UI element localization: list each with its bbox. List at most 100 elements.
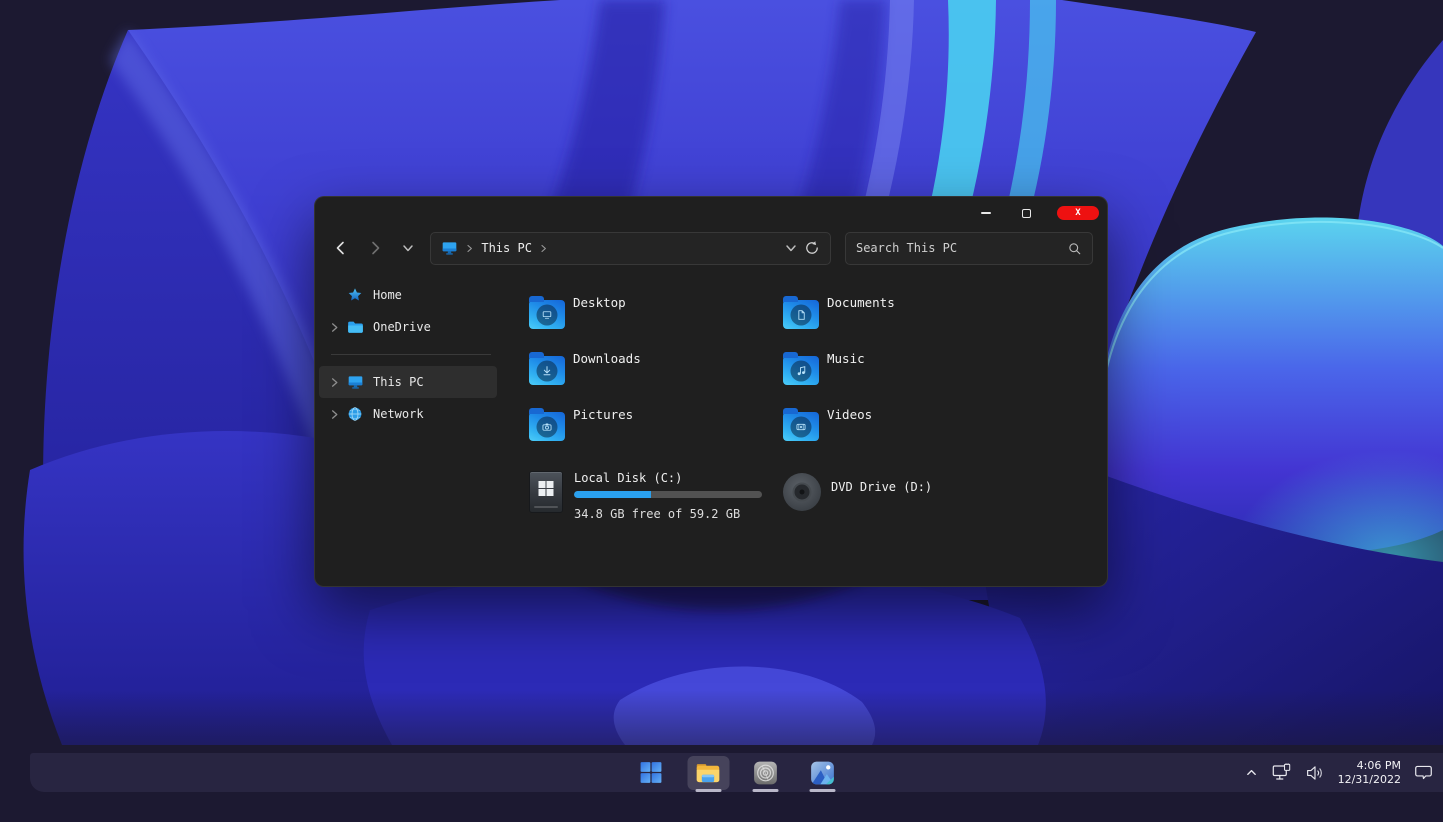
disk-free-text: 34.8 GB free of 59.2 GB (574, 507, 741, 521)
folder-item-pictures[interactable]: Pictures (529, 405, 783, 443)
start-icon (640, 762, 662, 783)
monitor-icon (443, 241, 457, 255)
downloads-folder-icon (529, 352, 565, 385)
hard-drive-icon (529, 471, 563, 513)
forward-arrow-icon (371, 241, 379, 255)
recent-locations-button[interactable] (397, 236, 421, 260)
monitor-icon (345, 375, 365, 390)
drive-item-local-disk[interactable]: Local Disk (C:) 34.8 GB free of 59.2 GB (529, 471, 783, 521)
address-dropdown-icon[interactable] (785, 242, 797, 254)
folder-item-desktop[interactable]: Desktop (529, 293, 783, 331)
volume-icon[interactable] (1305, 764, 1325, 782)
chevron-up-icon[interactable] (1245, 766, 1258, 779)
forward-button[interactable] (363, 236, 387, 260)
star-icon (345, 287, 365, 303)
back-button[interactable] (329, 236, 353, 260)
documents-folder-icon (783, 296, 819, 329)
sidebar-item-network[interactable]: Network (319, 398, 497, 430)
drives-row: Local Disk (C:) 34.8 GB free of 59.2 GB … (529, 471, 1107, 521)
running-indicator (752, 788, 778, 792)
folder-label: Pictures (573, 407, 634, 422)
desktop-folder-icon (529, 296, 565, 329)
desktop-emblem-icon (536, 304, 558, 325)
minimize-button[interactable] (969, 202, 1003, 224)
breadcrumb-location[interactable]: This PC (481, 241, 532, 255)
downloads-emblem-icon (536, 360, 558, 381)
file-explorer-icon (696, 764, 720, 783)
videos-emblem-icon (790, 416, 812, 437)
folder-label: Desktop (573, 295, 626, 310)
folder-item-documents[interactable]: Documents (783, 293, 1037, 331)
folders-grid: Desktop Documents Downloads Music Pictur… (529, 293, 1107, 443)
titlebar: X (315, 197, 1107, 229)
expand-chevron-icon[interactable] (323, 409, 345, 420)
sidebar-item-home[interactable]: Home (319, 279, 497, 311)
folder-item-downloads[interactable]: Downloads (529, 349, 783, 387)
settings-icon (753, 761, 777, 784)
disk-usage-fill (574, 491, 652, 498)
running-indicator (695, 788, 721, 792)
address-bar[interactable]: This PC (430, 231, 831, 265)
photos-icon (810, 761, 834, 784)
folder-label: Documents (827, 295, 895, 310)
drive-item-dvd[interactable]: DVD Drive (D:) (783, 471, 1037, 521)
clock-time: 4:06 PM (1356, 758, 1401, 772)
window-body: Home OneDrive This PC Network Desktop Do… (315, 267, 1107, 586)
sidebar-item-label: OneDrive (373, 320, 431, 334)
network-icon[interactable] (1271, 763, 1292, 782)
expand-chevron-icon[interactable] (323, 322, 345, 333)
folder-label: Downloads (573, 351, 641, 366)
folder-item-music[interactable]: Music (783, 349, 1037, 387)
navigation-pane: Home OneDrive This PC Network (315, 267, 501, 586)
taskbar-file-explorer-button[interactable] (687, 755, 729, 792)
taskbar-center-icons (630, 753, 843, 792)
breadcrumb-chevron-icon (541, 244, 546, 252)
system-tray: 4:06 PM 12/31/2022 (1245, 753, 1433, 792)
navigation-toolbar: This PC (315, 229, 1107, 267)
folder-icon (345, 320, 365, 334)
refresh-icon[interactable] (804, 240, 820, 256)
clock-date: 12/31/2022 (1337, 772, 1401, 786)
music-emblem-icon (790, 360, 812, 381)
magnifier-icon (1069, 242, 1081, 254)
taskbar-settings-button[interactable] (744, 756, 786, 792)
search-input[interactable] (855, 241, 1067, 255)
disk-usage-bar (574, 491, 762, 498)
expand-chevron-icon[interactable] (323, 377, 345, 388)
pictures-emblem-icon (536, 416, 558, 437)
sidebar-item-label: This PC (373, 375, 424, 389)
content-pane: Desktop Documents Downloads Music Pictur… (501, 267, 1107, 586)
search-box[interactable] (844, 231, 1093, 265)
globe-icon (345, 406, 365, 422)
sidebar-item-onedrive[interactable]: OneDrive (319, 311, 497, 343)
windows-logo-icon (538, 481, 554, 496)
close-button[interactable]: X (1057, 206, 1099, 220)
file-explorer-window: X This PC Search This PC Home OneDrive T… (314, 196, 1108, 587)
folder-label: Videos (827, 407, 873, 422)
notification-icon[interactable] (1414, 763, 1433, 782)
sidebar-item-this-pc[interactable]: This PC (319, 366, 497, 398)
documents-emblem-icon (790, 304, 812, 325)
pictures-folder-icon (529, 408, 565, 441)
back-arrow-icon (336, 241, 344, 255)
close-icon: X (1075, 207, 1081, 218)
running-indicator (809, 788, 835, 792)
sidebar-separator (331, 354, 491, 355)
drive-label: DVD Drive (D:) (831, 480, 933, 494)
maximize-icon (1021, 208, 1031, 218)
desktop: X This PC Search This PC Home OneDrive T… (0, 0, 1443, 822)
dvd-disc-icon (783, 473, 821, 511)
taskbar-clock[interactable]: 4:06 PM 12/31/2022 (1338, 759, 1401, 787)
taskbar: 4:06 PM 12/31/2022 (30, 753, 1443, 792)
folder-label: Music (827, 351, 865, 366)
disk-info: Local Disk (C:) 34.8 GB free of 59.2 GB (574, 471, 762, 521)
chevron-down-icon (403, 245, 414, 252)
videos-folder-icon (783, 408, 819, 441)
music-folder-icon (783, 352, 819, 385)
drive-label: Local Disk (C:) (574, 471, 683, 485)
start-button[interactable] (630, 756, 672, 790)
sidebar-item-label: Network (373, 407, 424, 421)
folder-item-videos[interactable]: Videos (783, 405, 1037, 443)
taskbar-photos-button[interactable] (801, 756, 843, 792)
maximize-button[interactable] (1009, 202, 1043, 224)
